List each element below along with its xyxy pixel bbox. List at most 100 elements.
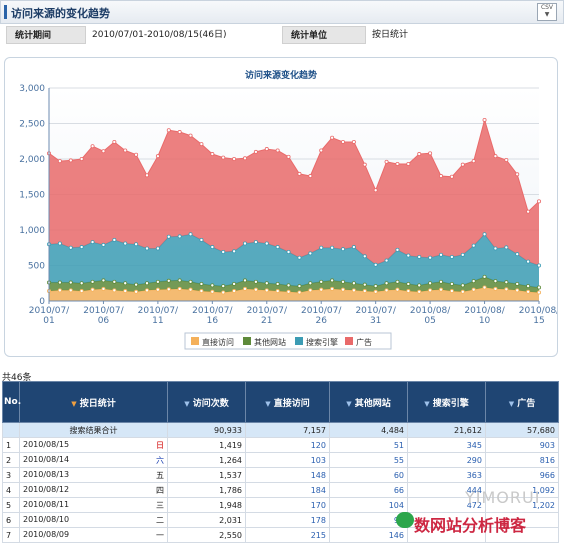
data-point	[438, 279, 443, 284]
row-ads[interactable]: 816	[485, 452, 559, 468]
row-other[interactable]: 55	[329, 452, 408, 468]
data-point	[68, 288, 73, 293]
row-direct[interactable]: 184	[245, 482, 330, 498]
data-point	[253, 287, 258, 292]
watermark-logo: YIMORUI	[465, 488, 541, 507]
data-point	[101, 278, 106, 283]
data-point	[417, 152, 422, 157]
row-direct[interactable]: 120	[245, 437, 330, 453]
data-point	[340, 247, 345, 252]
row-other[interactable]: 60	[329, 467, 408, 483]
data-point	[330, 286, 335, 291]
row-visits: 1,419	[167, 437, 246, 453]
data-point	[232, 281, 237, 286]
col-ads-header[interactable]: ▼ 广告	[485, 381, 559, 423]
unit-value: 按日统计	[372, 30, 409, 40]
data-point	[362, 289, 367, 294]
y-tick-label: 1,500	[19, 191, 45, 201]
data-point	[515, 281, 520, 286]
row-other[interactable]: 51	[329, 437, 408, 453]
row-date-value: 2010/08/10	[23, 514, 70, 524]
sort-icon: ▼	[184, 399, 190, 408]
row-date: 2010/08/13 五	[19, 467, 168, 483]
data-point	[199, 289, 204, 294]
data-point	[221, 290, 226, 295]
row-date-value: 2010/08/15	[23, 439, 70, 449]
data-point	[123, 289, 128, 294]
data-point	[177, 130, 182, 135]
row-other[interactable]: 146	[329, 527, 408, 543]
data-point	[101, 149, 106, 154]
y-tick-label: 1,000	[19, 226, 45, 236]
row-search[interactable]: 345	[407, 437, 486, 453]
data-point	[112, 288, 117, 293]
legend-swatch	[345, 337, 353, 345]
data-point	[428, 288, 433, 293]
data-point	[123, 148, 128, 153]
data-point	[297, 255, 302, 260]
row-visits: 1,264	[167, 452, 246, 468]
data-point	[373, 284, 378, 289]
x-tick-label: 2010/08/10	[464, 306, 505, 326]
table-row: 3 2010/08/13 五 1,537 148 60 363 966	[2, 467, 559, 483]
data-point	[90, 279, 95, 284]
row-search[interactable]: 363	[407, 467, 486, 483]
row-other[interactable]: 104	[329, 497, 408, 513]
download-arrow-icon: ▼	[544, 11, 550, 18]
summary-direct: 7,157	[245, 422, 330, 438]
row-date-value: 2010/08/09	[23, 529, 70, 539]
data-point	[57, 159, 62, 164]
data-point	[188, 287, 193, 292]
row-date: 2010/08/12 四	[19, 482, 168, 498]
data-point	[144, 173, 149, 178]
col-visits-label: 访问次数	[192, 398, 229, 409]
data-point	[253, 279, 258, 284]
row-other[interactable]: 66	[329, 482, 408, 498]
row-ads[interactable]: 966	[485, 467, 559, 483]
data-point	[417, 289, 422, 294]
row-date: 2010/08/09 一	[19, 527, 168, 543]
col-visits-header[interactable]: ▼ 访问次数	[167, 381, 246, 423]
data-point	[134, 242, 139, 247]
y-tick-label: 2,500	[19, 120, 45, 130]
row-no: 6	[2, 512, 20, 528]
row-search[interactable]: 290	[407, 452, 486, 468]
data-point	[537, 285, 542, 290]
data-point	[319, 245, 324, 250]
summary-row: 搜索结果合计 90,933 7,157 4,484 21,612 57,680	[2, 422, 559, 438]
col-direct-header[interactable]: ▼ 直接访问	[245, 381, 330, 423]
row-direct[interactable]: 215	[245, 527, 330, 543]
data-point	[373, 289, 378, 294]
x-tick-label: 2010/07/26	[301, 306, 342, 326]
data-point	[482, 285, 487, 290]
data-point	[57, 288, 62, 293]
data-point	[319, 279, 324, 284]
data-point	[188, 279, 193, 284]
csv-export-button[interactable]: CSV ▼	[537, 3, 557, 21]
row-visits: 1,948	[167, 497, 246, 513]
data-point	[417, 283, 422, 288]
summary-visits: 90,933	[167, 422, 246, 438]
data-point	[264, 241, 269, 246]
row-ads[interactable]: 903	[485, 437, 559, 453]
summary-ads: 57,680	[485, 422, 559, 438]
row-date-value: 2010/08/13	[23, 469, 70, 479]
col-no-header: No.	[2, 381, 21, 423]
col-search-header[interactable]: ▼ 搜索引擎	[407, 381, 486, 423]
data-point	[134, 152, 139, 157]
col-date-header[interactable]: ▼ 按日统计	[19, 381, 168, 423]
data-point	[199, 142, 204, 147]
data-point	[57, 241, 62, 246]
row-direct[interactable]: 103	[245, 452, 330, 468]
data-point	[68, 245, 73, 250]
period-label: 统计期间	[6, 26, 86, 44]
data-point	[188, 133, 193, 138]
data-point	[460, 283, 465, 288]
col-other-header[interactable]: ▼ 其他网站	[329, 381, 408, 423]
data-point	[373, 262, 378, 267]
row-direct[interactable]: 170	[245, 497, 330, 513]
row-direct[interactable]: 178	[245, 512, 330, 528]
data-point	[482, 274, 487, 279]
data-point	[438, 174, 443, 179]
row-direct[interactable]: 148	[245, 467, 330, 483]
